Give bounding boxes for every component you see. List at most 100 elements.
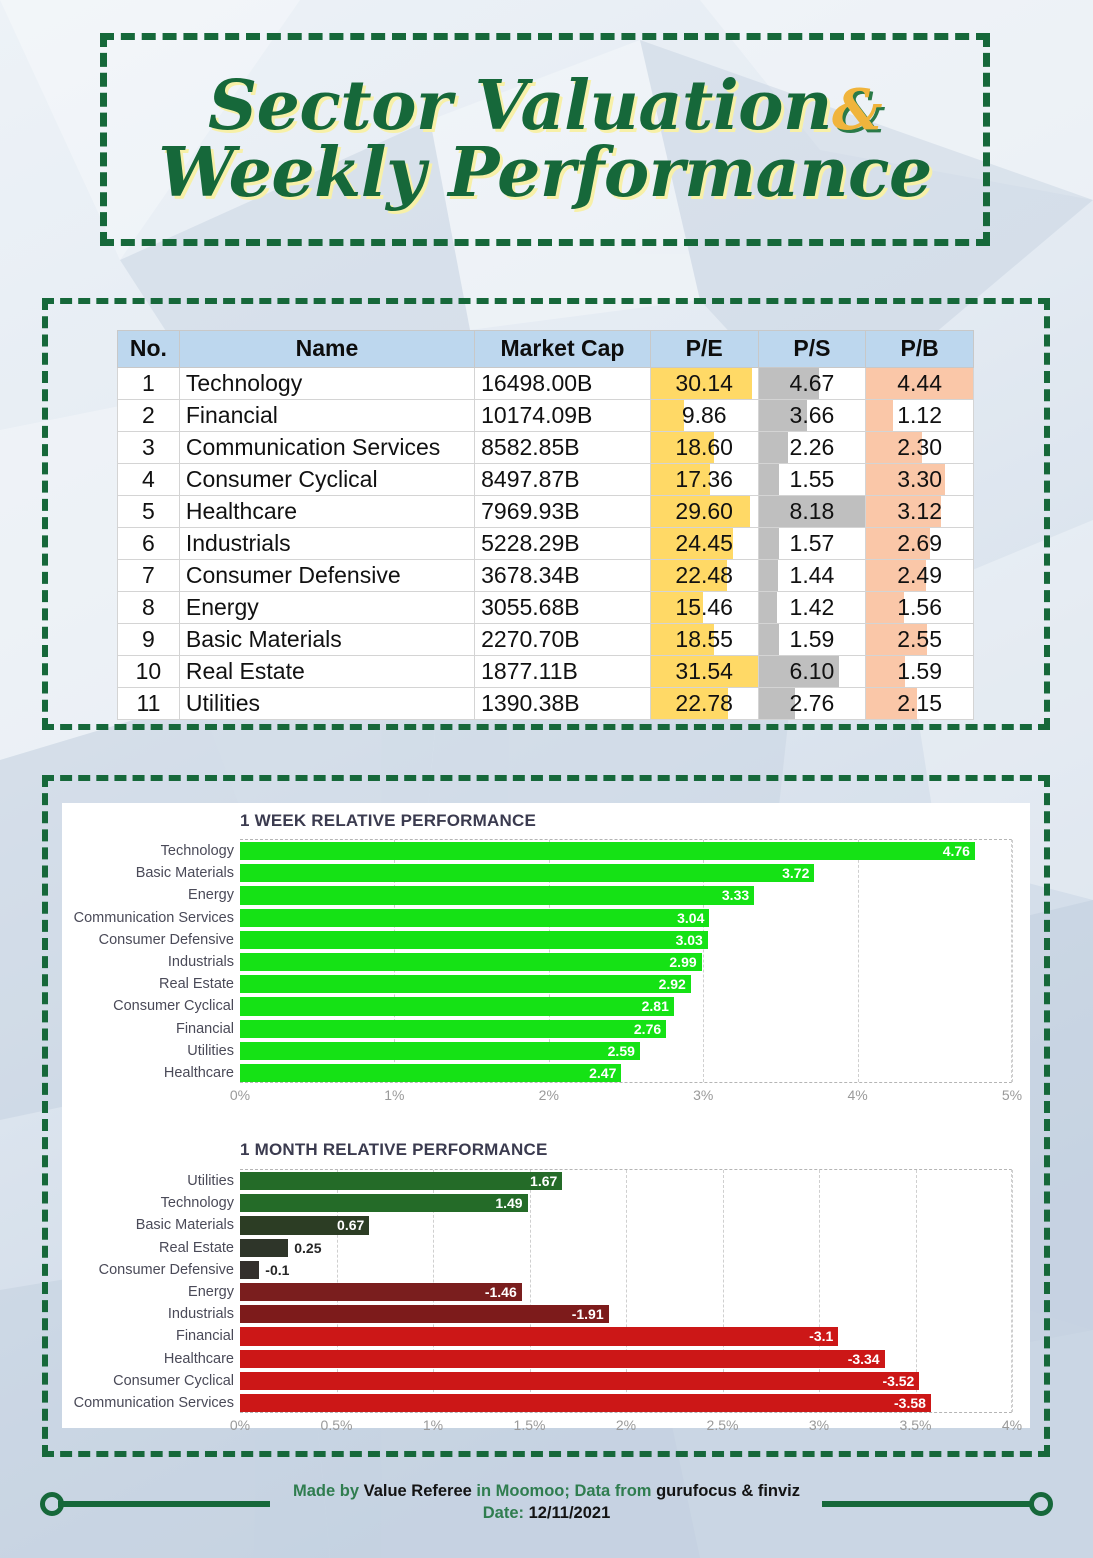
axis-tick-label: 2% xyxy=(538,1087,559,1104)
table-cell-name: Financial xyxy=(178,399,476,432)
table-row[interactable]: 7 Consumer Defensive 3678.34B 22.48 1.44 2.49 xyxy=(117,559,974,592)
chart-bar[interactable]: 2.47 xyxy=(240,1063,622,1083)
table-row[interactable]: 6 Industrials 5228.29B 24.45 1.57 2.69 xyxy=(117,527,974,560)
column-header-name[interactable]: Name xyxy=(178,330,476,368)
chart-bar[interactable]: 1.67 xyxy=(240,1172,563,1191)
table-cell-name: Healthcare xyxy=(178,495,476,528)
chart-bar-value-label: -3.52 xyxy=(882,1372,915,1389)
chart-bar-value-label: -0.1 xyxy=(265,1261,290,1278)
chart-1-plot-area: Technology 4.76 Basic Materials 3.72 Energy 3… xyxy=(74,839,1013,1084)
chart-bar[interactable]: 3.33 xyxy=(240,886,755,905)
footer-madeby-text: Made by xyxy=(292,1482,364,1500)
table-row[interactable]: 1 Technology 16498.00B 30.14 4.67 4.44 xyxy=(117,367,974,400)
chart-bar[interactable]: -3.52 xyxy=(240,1371,920,1390)
cell-value: 1.59 xyxy=(897,658,943,684)
chart-bar-value-label: 2.59 xyxy=(607,1042,635,1059)
chart-bar[interactable]: -0.1 xyxy=(240,1260,289,1279)
table-row[interactable]: 4 Consumer Cyclical 8497.87B 17.36 1.55 3.30 xyxy=(117,463,974,496)
gridline xyxy=(1012,840,1013,1083)
chart-bar[interactable]: 0.25 xyxy=(240,1238,322,1257)
chart-category-label: Industrials xyxy=(167,954,234,971)
axis-tick-label: 4% xyxy=(1001,1417,1023,1434)
chart-2-plot-area: Utilities 1.67 Technology 1.49 Basic Materia… xyxy=(74,1169,1013,1414)
table-cell-name: Basic Materials xyxy=(178,623,476,656)
chart-bar[interactable]: 4.76 xyxy=(240,842,975,861)
chart-bar[interactable]: 2.81 xyxy=(240,997,674,1016)
table-body: 1 Technology 16498.00B 30.14 4.67 4.44 2 Financ… xyxy=(117,367,974,720)
table-cell-marketcap: 1877.11B xyxy=(474,655,651,688)
chart-bar-value-label: 2.81 xyxy=(641,998,669,1015)
chart-row: Communication Services -3.58 xyxy=(74,1392,1011,1414)
chart-row: Healthcare 2.47 xyxy=(164,1062,1011,1084)
table-cell-no: 3 xyxy=(117,431,180,464)
chart-bar[interactable]: 0.67 xyxy=(240,1216,370,1235)
title-banner: Sector Valuation& Weekly Performance xyxy=(100,33,990,246)
table-row[interactable]: 9 Basic Materials 2270.70B 18.55 1.59 2.55 xyxy=(117,623,974,656)
chart-bar[interactable]: 1.49 xyxy=(240,1194,528,1213)
chart-bar[interactable]: -3.58 xyxy=(240,1393,931,1413)
table-cell-pb: 3.30 xyxy=(865,463,974,496)
cell-value: 1.12 xyxy=(897,402,943,428)
chart-category-label: Utilities xyxy=(187,1042,234,1059)
chart-bar-value-label: 2.76 xyxy=(633,1020,662,1037)
table-cell-marketcap: 5228.29B xyxy=(474,527,651,560)
chart-bar[interactable]: 2.99 xyxy=(240,952,702,972)
chart-bar[interactable]: -1.91 xyxy=(240,1305,609,1324)
table-row[interactable]: 10 Real Estate 1877.11B 31.54 6.10 1.59 xyxy=(117,655,974,688)
chart-row: Technology 4.76 xyxy=(161,840,1011,862)
table-row[interactable]: 2 Financial 10174.09B 9.86 3.66 1.12 xyxy=(117,399,974,432)
chart-bar[interactable]: 3.04 xyxy=(240,908,710,927)
chart-bar-value-label: 4.76 xyxy=(942,843,970,860)
table-cell-pb: 1.56 xyxy=(865,591,974,624)
table-cell-pe: 31.54 xyxy=(649,655,759,688)
axis-tick-label: 3% xyxy=(693,1087,714,1104)
table-cell-name: Communication Services xyxy=(178,431,476,464)
chart-bar-value-label: -3.34 xyxy=(847,1350,880,1367)
table-cell-name: Industrials xyxy=(178,527,476,560)
cell-value: 18.60 xyxy=(675,434,733,460)
column-header-ps[interactable]: P/S xyxy=(757,330,867,368)
column-header-pb[interactable]: P/B xyxy=(865,330,974,368)
chart-row: Consumer Defensive 3.03 xyxy=(99,929,1011,951)
chart-category-label: Consumer Defensive xyxy=(98,1261,234,1278)
chart-row: Financial -3.1 xyxy=(176,1325,1011,1347)
chart-bar[interactable]: 3.03 xyxy=(240,930,708,949)
chart-bar[interactable]: -3.1 xyxy=(240,1327,839,1346)
chart-row: Industrials 2.99 xyxy=(168,951,1011,973)
table-cell-no: 1 xyxy=(117,367,180,400)
chart-bar[interactable]: 2.76 xyxy=(240,1019,667,1038)
chart-row: Basic Materials 3.72 xyxy=(136,862,1011,884)
chart-category-label: Financial xyxy=(175,1020,234,1037)
table-cell-no: 7 xyxy=(117,559,180,592)
chart-row: Industrials -1.91 xyxy=(168,1303,1011,1325)
footer-credit-line: Made by Value Referee in Moomoo; Data fr… xyxy=(0,1480,1093,1502)
footer-author: Value Referee xyxy=(363,1482,472,1500)
footer-platform-text: in Moomoo; Data from xyxy=(471,1482,657,1500)
column-header-pe[interactable]: P/E xyxy=(649,330,759,368)
chart-bar-value-label: -3.1 xyxy=(809,1328,834,1345)
chart-bar[interactable]: 2.92 xyxy=(240,975,691,994)
column-header-marketcap[interactable]: Market Cap xyxy=(474,330,651,368)
table-cell-pe: 22.48 xyxy=(649,559,759,592)
cell-value: 3.12 xyxy=(897,498,943,524)
table-cell-pb: 2.49 xyxy=(865,559,974,592)
table-row[interactable]: 8 Energy 3055.68B 15.46 1.42 1.56 xyxy=(117,591,974,624)
chart-category-label: Financial xyxy=(175,1328,234,1345)
table-cell-name: Consumer Defensive xyxy=(178,559,476,592)
chart-bar[interactable]: 2.59 xyxy=(240,1041,640,1060)
table-row[interactable]: 11 Utilities 1390.38B 22.78 2.76 2.15 xyxy=(117,687,974,720)
chart-bar[interactable]: -3.34 xyxy=(240,1349,885,1368)
chart-row: Real Estate 2.92 xyxy=(159,973,1011,995)
chart-bar[interactable]: -1.46 xyxy=(240,1282,522,1302)
chart-bar[interactable]: 3.72 xyxy=(240,864,815,883)
chart-row: Financial 2.76 xyxy=(176,1018,1011,1040)
axis-tick-label: 1% xyxy=(384,1087,405,1104)
chart-bar-value-label: 1.67 xyxy=(530,1173,558,1190)
chart-category-label: Technology xyxy=(160,1195,234,1212)
chart-category-label: Consumer Cyclical xyxy=(113,1372,234,1389)
table-row[interactable]: 3 Communication Services 8582.85B 18.60 2.26… xyxy=(117,431,974,464)
chart-row: Energy -1.46 xyxy=(188,1281,1011,1303)
table-row[interactable]: 5 Healthcare 7969.93B 29.60 8.18 3.12 xyxy=(117,495,974,528)
table-cell-ps: 4.67 xyxy=(757,367,867,400)
column-header-no[interactable]: No. xyxy=(117,330,180,368)
